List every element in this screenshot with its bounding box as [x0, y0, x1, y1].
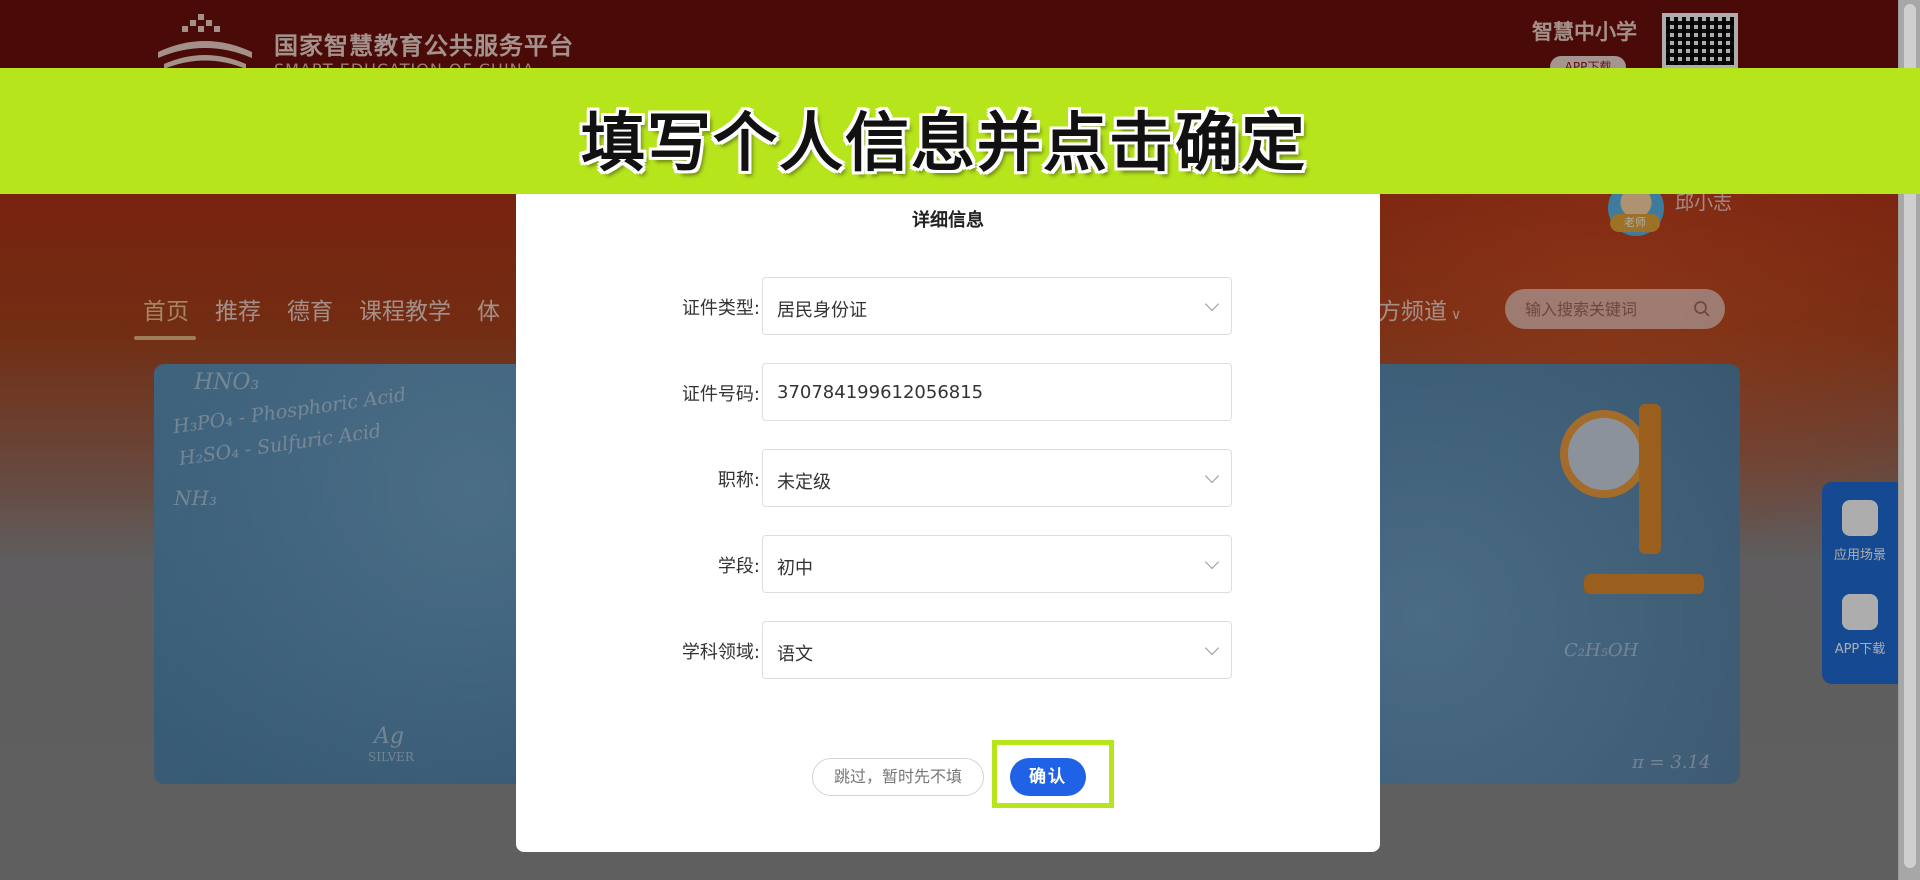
modal-title: 详细信息 [912, 210, 984, 231]
instruction-banner: 填写个人信息并点击确定 [0, 68, 1920, 194]
subject-select[interactable]: 语文 [762, 621, 1232, 679]
chevron-down-icon [1204, 468, 1220, 484]
select-value: 未定级 [777, 472, 831, 493]
field-label: 证件类型: [681, 298, 760, 319]
form-row-id-number: 证件号码: 370784199612056815 [516, 363, 1380, 421]
select-value: 初中 [777, 558, 813, 579]
form-row-id-type: 证件类型: 居民身份证 [516, 277, 1380, 335]
chevron-down-icon [1204, 554, 1220, 570]
school-stage-select[interactable]: 初中 [762, 535, 1232, 593]
form-row-title: 职称: 未定级 [516, 449, 1380, 507]
instruction-text: 填写个人信息并点击确定 [581, 107, 1307, 181]
select-value: 语文 [777, 644, 813, 665]
chevron-down-icon [1204, 640, 1220, 656]
field-label: 职称: [717, 470, 760, 491]
field-label: 学段: [717, 556, 760, 577]
chevron-down-icon [1204, 296, 1220, 312]
select-value: 居民身份证 [777, 300, 867, 321]
confirm-button[interactable]: 确认 [1010, 758, 1086, 796]
form-row-subject: 学科领域: 语文 [516, 621, 1380, 679]
field-label: 学科领域: [681, 642, 760, 663]
form-row-stage: 学段: 初中 [516, 535, 1380, 593]
skip-button[interactable]: 跳过，暂时先不填 [812, 758, 984, 796]
id-type-select[interactable]: 居民身份证 [762, 277, 1232, 335]
id-number-field[interactable]: 370784199612056815 [762, 363, 1232, 421]
field-label: 证件号码: [681, 384, 760, 405]
professional-title-select[interactable]: 未定级 [762, 449, 1232, 507]
detail-info-modal: 详细信息 证件类型: 居民身份证 证件号码: 37078419961205681… [516, 188, 1380, 852]
input-value: 370784199612056815 [777, 382, 984, 403]
